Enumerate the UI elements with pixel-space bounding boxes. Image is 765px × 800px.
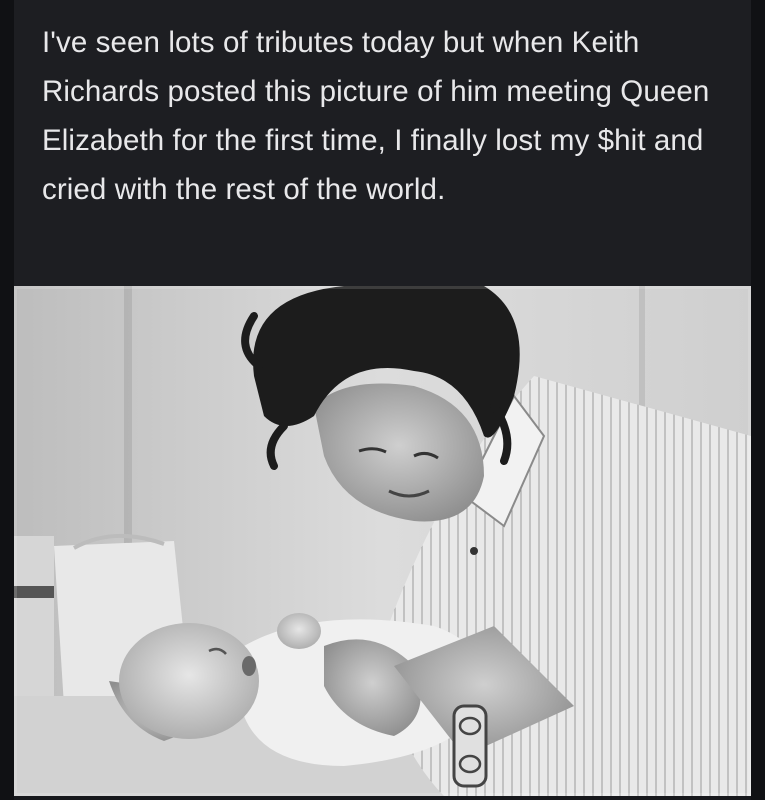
meme-post: I've seen lots of tributes today but whe… [0, 0, 765, 800]
photo-illustration [14, 286, 751, 796]
caption-text: I've seen lots of tributes today but whe… [42, 26, 710, 206]
post-photo [14, 286, 751, 796]
left-border [0, 0, 14, 800]
baby-head [119, 623, 259, 739]
caption-panel: I've seen lots of tributes today but whe… [14, 0, 751, 286]
right-border [751, 0, 765, 800]
